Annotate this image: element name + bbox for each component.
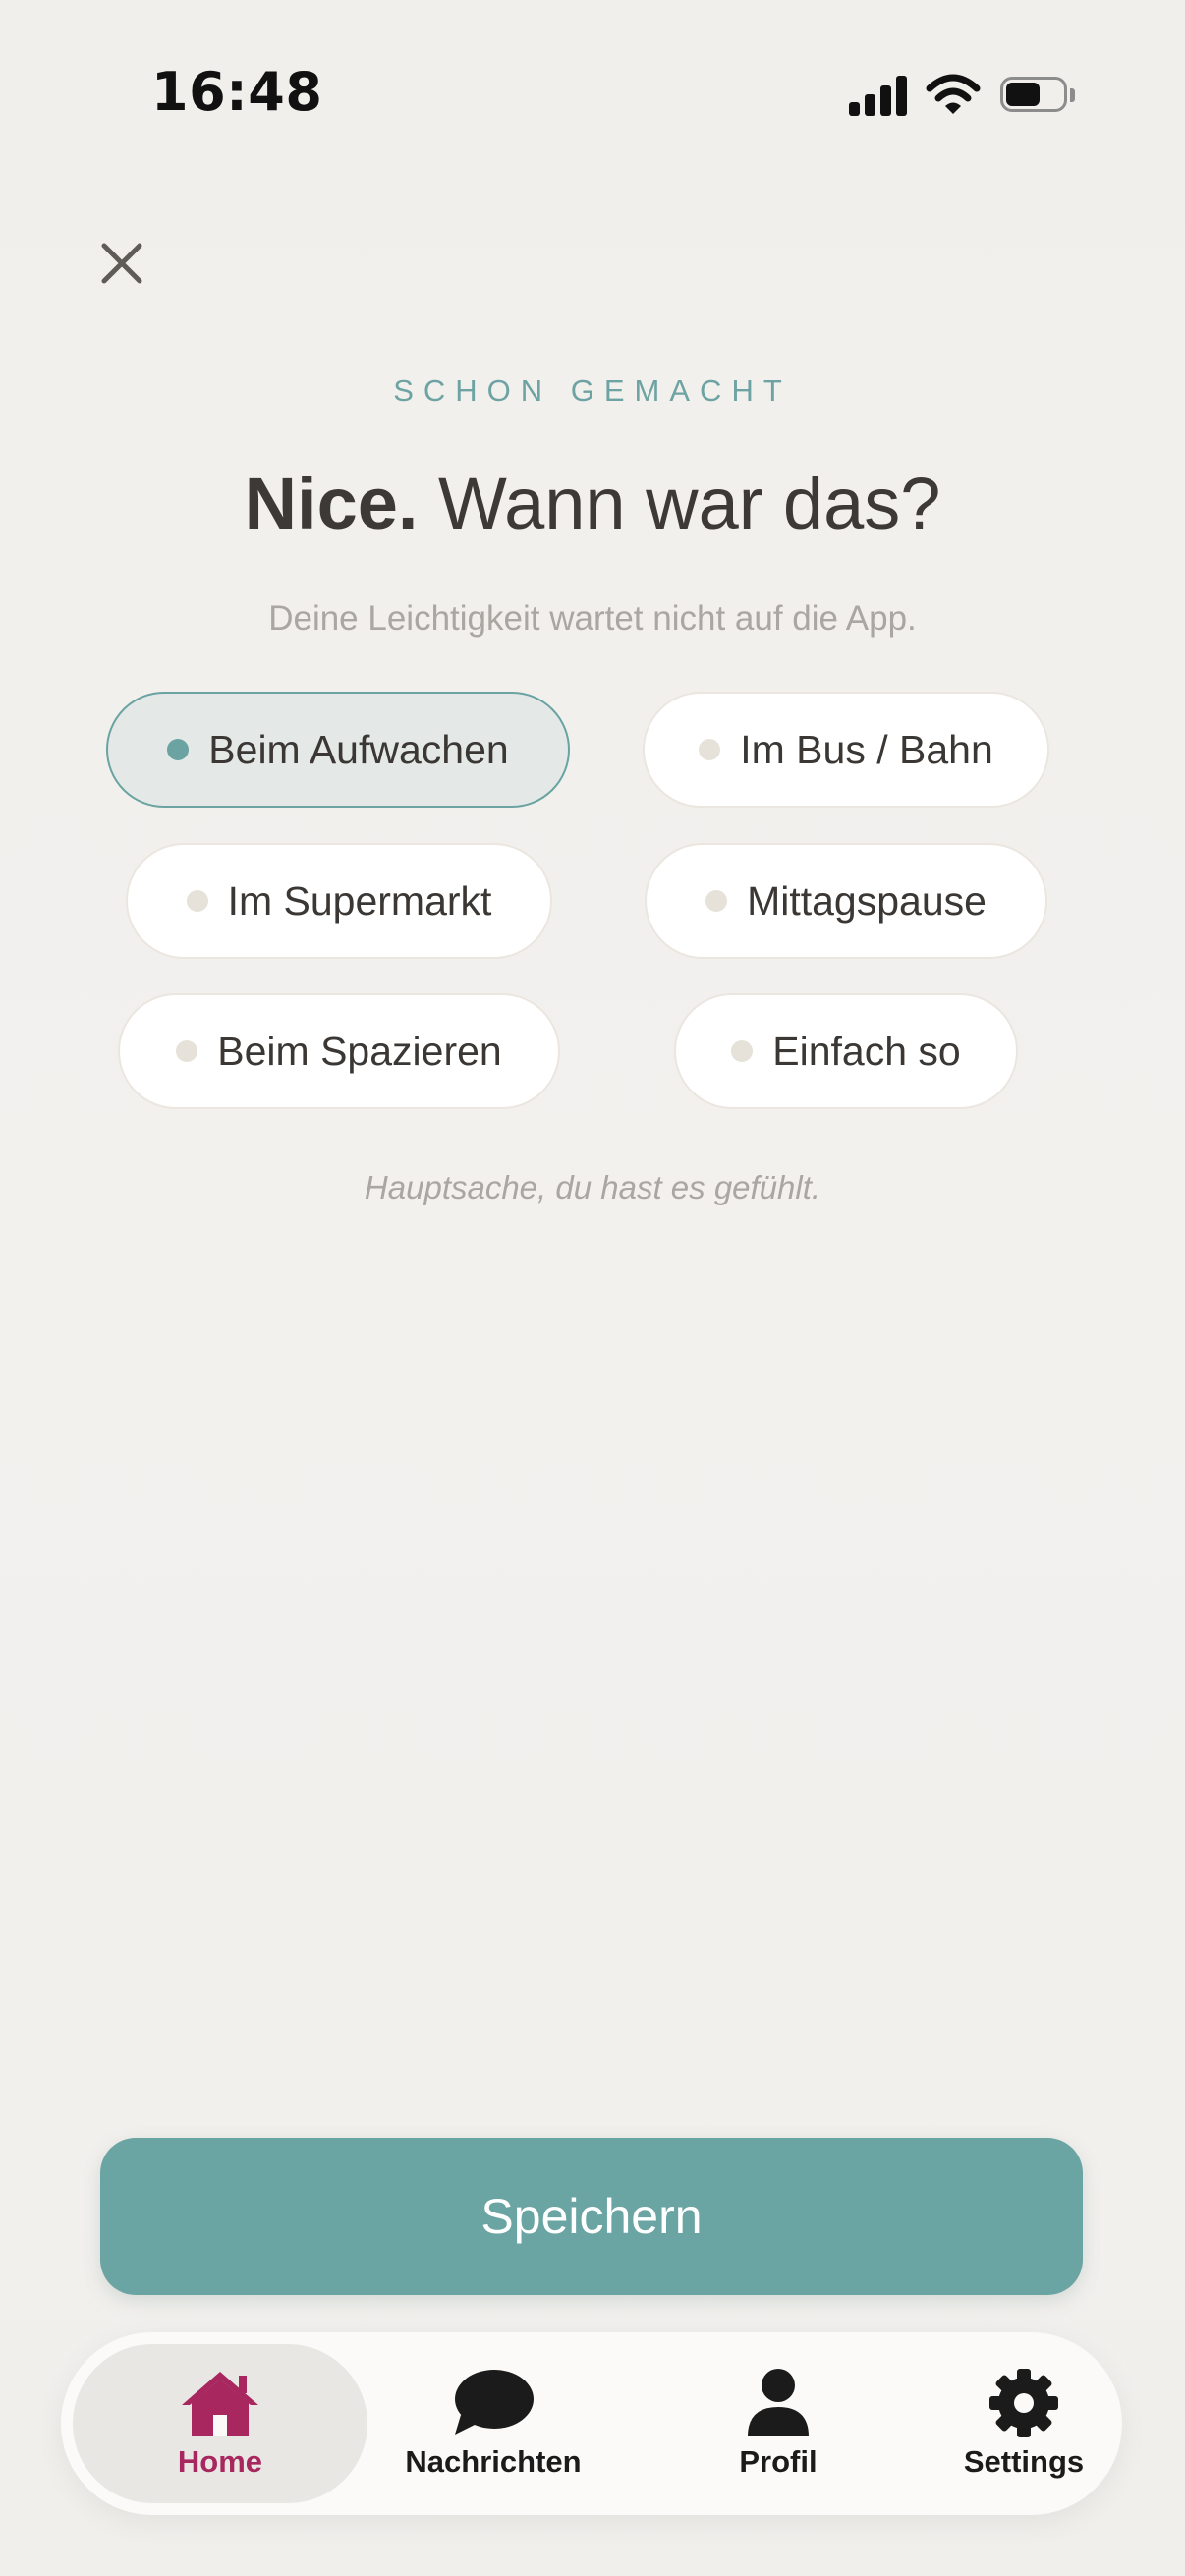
status-time: 16:48: [151, 61, 323, 123]
option-chip-einfach-so[interactable]: Einfach so: [674, 993, 1018, 1109]
page-subtitle: Deine Leichtigkeit wartet nicht auf die …: [268, 599, 917, 638]
option-label: Im Supermarkt: [227, 877, 492, 924]
title-bold: Nice.: [244, 463, 419, 544]
bottom-tab-bar: Home Nachrichten Profil Settings: [61, 2332, 1122, 2515]
radio-dot-icon: [731, 1040, 754, 1062]
option-chip-beim-spazieren[interactable]: Beim Spazieren: [118, 993, 560, 1109]
tab-label: Home: [177, 2444, 263, 2479]
radio-dot-icon: [167, 739, 190, 760]
hint-text: Hauptsache, du hast es gefühlt.: [364, 1169, 821, 1205]
option-label: Beim Spazieren: [217, 1028, 502, 1074]
option-label: Mittagspause: [747, 877, 987, 924]
option-label: Einfach so: [772, 1028, 961, 1074]
title-rest: Wann war das?: [418, 463, 941, 544]
home-icon: [182, 2372, 258, 2436]
battery-icon: [1000, 77, 1079, 116]
radio-dot-icon: [186, 890, 208, 912]
chat-bubble-icon: [455, 2370, 534, 2435]
tab-home[interactable]: Home: [73, 2344, 367, 2503]
status-bar: 16:48: [0, 0, 1185, 187]
save-button[interactable]: Speichern: [100, 2138, 1083, 2295]
eyebrow-label: SCHON GEMACHT: [393, 373, 792, 408]
page-title: Nice. Wann war das?: [0, 462, 1185, 545]
tab-nachrichten[interactable]: Nachrichten: [370, 2344, 616, 2503]
option-chip-beim-aufwachen[interactable]: Beim Aufwachen: [106, 692, 570, 808]
option-label: Im Bus / Bahn: [740, 726, 993, 772]
radio-dot-icon: [705, 890, 728, 912]
gear-icon: [989, 2369, 1058, 2437]
tab-label: Profil: [739, 2444, 818, 2479]
option-label: Beim Aufwachen: [208, 726, 509, 772]
radio-dot-icon: [176, 1040, 198, 1062]
option-chip-im-bus-bahn[interactable]: Im Bus / Bahn: [643, 692, 1049, 808]
option-chip-im-supermarkt[interactable]: Im Supermarkt: [126, 843, 552, 959]
close-button[interactable]: [92, 234, 151, 293]
cellular-signal-icon: [849, 75, 908, 116]
option-chip-mittagspause[interactable]: Mittagspause: [645, 843, 1047, 959]
close-icon: [101, 243, 142, 284]
tab-profil[interactable]: Profil: [650, 2344, 906, 2503]
tab-settings[interactable]: Settings: [896, 2344, 1152, 2503]
tab-label: Settings: [963, 2444, 1085, 2479]
tab-label: Nachrichten: [405, 2444, 582, 2479]
radio-dot-icon: [699, 739, 721, 760]
wifi-icon: [926, 73, 981, 118]
person-icon: [748, 2369, 809, 2436]
